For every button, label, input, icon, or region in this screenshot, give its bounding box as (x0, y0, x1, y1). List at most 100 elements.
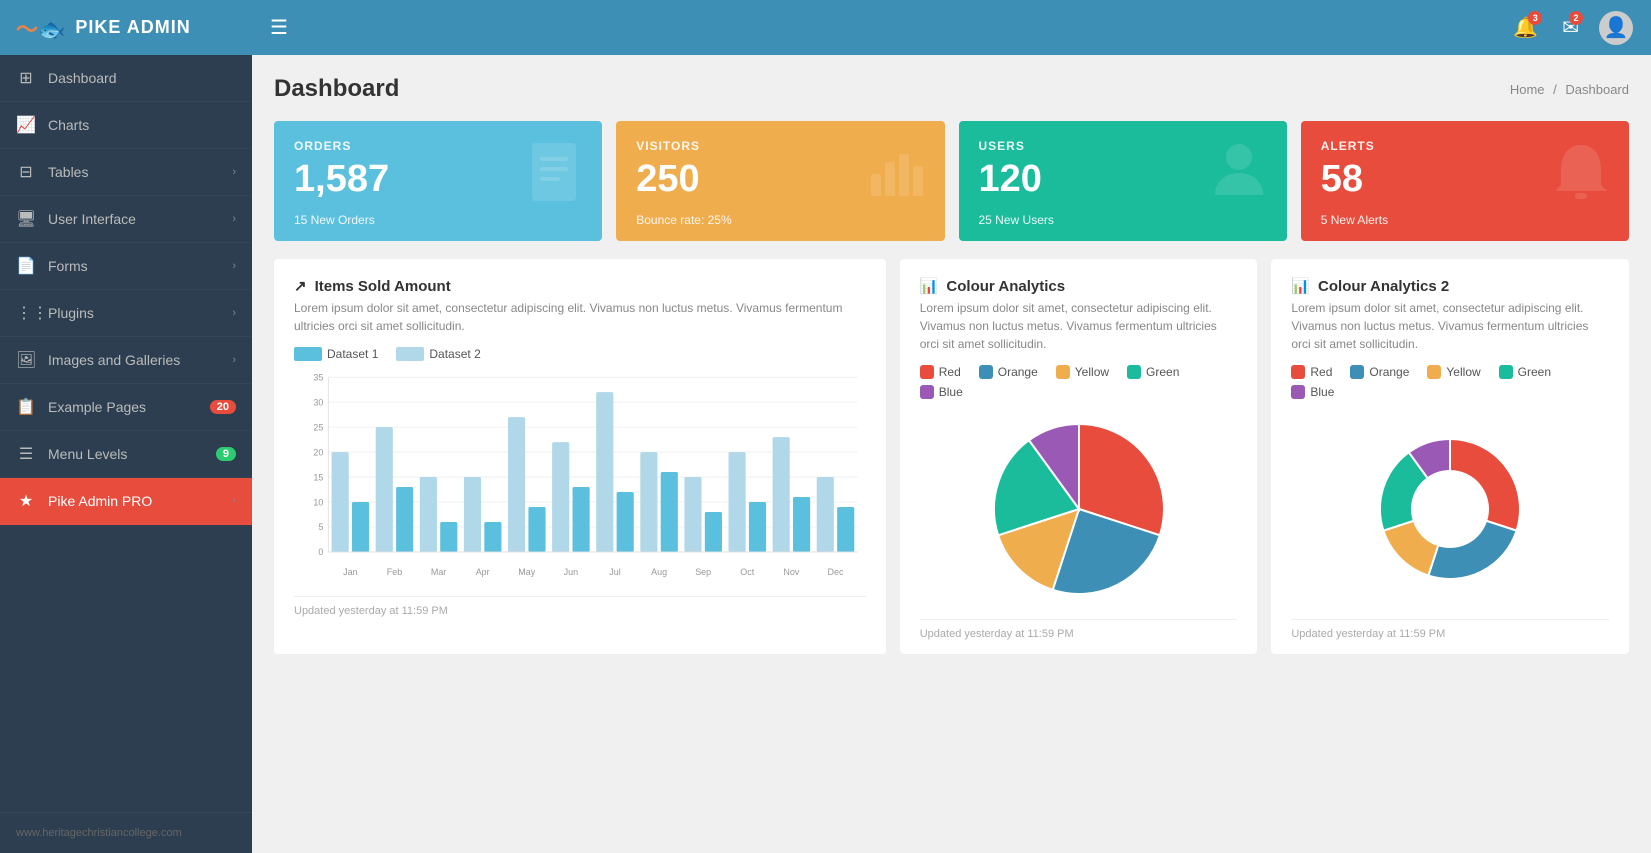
sidebar-label-menu-levels: Menu Levels (48, 446, 204, 462)
donut-chart-desc: Lorem ipsum dolor sit amet, consectetur … (1291, 299, 1609, 353)
messages-button[interactable]: ✉ 2 (1558, 11, 1583, 44)
bar-dataset2 (376, 427, 393, 552)
bar-dataset2 (552, 442, 569, 552)
breadcrumb-current: Dashboard (1565, 82, 1629, 97)
bar-legend: Dataset 1Dataset 2 (294, 347, 866, 361)
sidebar-item-plugins[interactable]: ⋮⋮ Plugins › (0, 290, 252, 337)
stat-card-alerts: ALERTS 58 5 New Alerts (1301, 121, 1629, 241)
pie-legend-dot (1291, 365, 1305, 379)
pie-slice (1450, 439, 1520, 531)
sidebar-icon-user-interface: 🖥 (16, 209, 36, 229)
bar-dataset2 (464, 477, 481, 552)
svg-text:25: 25 (313, 422, 323, 432)
sidebar-badge-menu-levels: 9 (216, 447, 236, 461)
bar-dataset2 (817, 477, 834, 552)
pie-legend-item: Blue (920, 385, 963, 399)
svg-text:15: 15 (313, 472, 323, 482)
sidebar-label-dashboard: Dashboard (48, 70, 236, 86)
page-body: Dashboard Home / Dashboard ORDERS 1,587 … (252, 55, 1651, 853)
bar-dataset1 (440, 522, 457, 552)
sidebar-label-forms: Forms (48, 258, 220, 274)
pie-legend-item: Red (920, 365, 961, 379)
stat-icon-visitors (867, 144, 927, 218)
bar-dataset1 (705, 512, 722, 552)
donut-legend: RedOrangeYellowGreenBlue (1291, 365, 1609, 399)
sidebar-item-tables[interactable]: ⊟ Tables › (0, 149, 252, 196)
bar-chart-desc: Lorem ipsum dolor sit amet, consectetur … (294, 299, 866, 335)
sidebar-label-example-pages: Example Pages (48, 399, 198, 415)
pie-legend-dot (920, 365, 934, 379)
donut-chart-title: 📊 Colour Analytics 2 (1291, 277, 1609, 295)
stat-card-orders: ORDERS 1,587 15 New Orders (274, 121, 602, 241)
sidebar-item-images-galleries[interactable]: 🖼 Images and Galleries › (0, 337, 252, 384)
bar-legend-item: Dataset 2 (396, 347, 480, 361)
pie-legend-dot (979, 365, 993, 379)
bar-dataset1 (396, 487, 413, 552)
pie-legend-dot (1056, 365, 1070, 379)
sidebar-arrow-forms: › (232, 260, 236, 272)
sidebar-item-user-interface[interactable]: 🖥 User Interface › (0, 196, 252, 243)
sidebar-icon-pike-admin-pro: ★ (16, 491, 36, 511)
pie-legend-item: Orange (979, 365, 1038, 379)
sidebar-item-menu-levels[interactable]: ☰ Menu Levels 9 (0, 431, 252, 478)
pie-legend-dot (1127, 365, 1141, 379)
pie-legend-item: Green (1499, 365, 1551, 379)
svg-text:5: 5 (318, 522, 323, 532)
notifications-button[interactable]: 🔔 3 (1509, 11, 1542, 44)
sidebar-item-forms[interactable]: 📄 Forms › (0, 243, 252, 290)
sidebar-arrow-user-interface: › (232, 213, 236, 225)
page-title: Dashboard (274, 75, 399, 103)
pie-legend-item: Green (1127, 365, 1179, 379)
donut-chart-footer: Updated yesterday at 11:59 PM (1291, 619, 1609, 640)
stat-card-visitors: VISITORS 250 Bounce rate: 25% (616, 121, 944, 241)
sidebar-item-dashboard[interactable]: ⊞ Dashboard (0, 55, 252, 102)
bar-dataset1 (484, 522, 501, 552)
svg-text:Jul: Jul (609, 567, 620, 577)
sidebar-badge-example-pages: 20 (210, 400, 236, 414)
svg-text:Aug: Aug (651, 567, 667, 577)
sidebar-icon-images-galleries: 🖼 (16, 350, 36, 370)
pie-legend: RedOrangeYellowGreenBlue (920, 365, 1238, 399)
bar-chart-icon: ↗ (294, 277, 307, 295)
sidebar-header: 〜🐟 PIKE ADMIN (0, 0, 252, 55)
sidebar-item-example-pages[interactable]: 📋 Example Pages 20 (0, 384, 252, 431)
logo-text: PIKE ADMIN (75, 17, 190, 38)
sidebar-label-images-galleries: Images and Galleries (48, 352, 220, 368)
sidebar-arrow-images-galleries: › (232, 354, 236, 366)
pie-legend-item: Yellow (1427, 365, 1480, 379)
pie-legend-dot (1499, 365, 1513, 379)
bar-dataset2 (332, 452, 349, 552)
sidebar-footer: www.heritagechristiancollege.com (0, 812, 252, 853)
sidebar-item-charts[interactable]: 📈 Charts (0, 102, 252, 149)
legend-color (396, 347, 424, 361)
bar-dataset1 (617, 492, 634, 552)
sidebar-icon-charts: 📈 (16, 115, 36, 135)
stat-icon-orders (524, 139, 584, 223)
bar-dataset2 (596, 392, 613, 552)
pie-chart-svg (979, 409, 1179, 609)
hamburger-button[interactable]: ☰ (270, 18, 288, 38)
pie-legend-dot (1350, 365, 1364, 379)
sidebar: 〜🐟 PIKE ADMIN ⊞ Dashboard 📈 Charts ⊟ Tab… (0, 0, 252, 853)
pie-legend-item: Blue (1291, 385, 1334, 399)
svg-text:Nov: Nov (783, 567, 799, 577)
bar-dataset1 (352, 502, 369, 552)
bar-dataset2 (420, 477, 437, 552)
pie-chart-title: 📊 Colour Analytics (920, 277, 1238, 295)
bar-chart-footer: Updated yesterday at 11:59 PM (294, 596, 866, 617)
breadcrumb-home: Home (1510, 82, 1545, 97)
donut-chart-card: 📊 Colour Analytics 2 Lorem ipsum dolor s… (1271, 259, 1629, 654)
svg-text:Oct: Oct (740, 567, 754, 577)
sidebar-nav: ⊞ Dashboard 📈 Charts ⊟ Tables › 🖥 User I… (0, 55, 252, 812)
pie-slice (1429, 521, 1517, 579)
user-avatar[interactable]: 👤 (1599, 11, 1633, 45)
svg-text:Dec: Dec (828, 567, 844, 577)
svg-text:May: May (518, 567, 535, 577)
sidebar-icon-menu-levels: ☰ (16, 444, 36, 464)
pie-chart-card: 📊 Colour Analytics Lorem ipsum dolor sit… (900, 259, 1258, 654)
sidebar-item-pike-admin-pro[interactable]: ★ Pike Admin PRO › (0, 478, 252, 525)
svg-text:Mar: Mar (431, 567, 446, 577)
bar-dataset2 (773, 437, 790, 552)
sidebar-arrow-pike-admin-pro: › (232, 495, 236, 507)
stat-icon-users (1209, 139, 1269, 223)
